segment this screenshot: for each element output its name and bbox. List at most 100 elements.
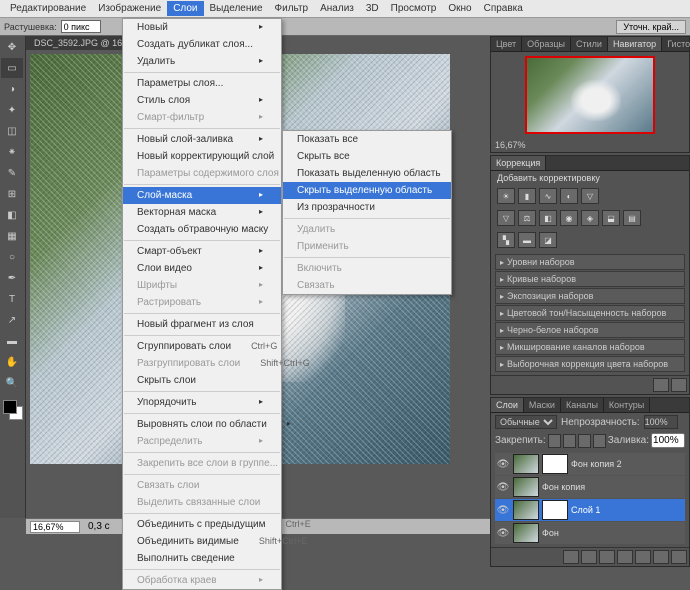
menu-item[interactable]: Новый фрагмент из слоя — [123, 316, 281, 333]
lock-all-icon[interactable] — [593, 434, 606, 448]
preset-item[interactable]: Черно-белое наборов — [495, 322, 685, 338]
layer-mask-icon[interactable] — [599, 550, 615, 564]
menu-просмотр[interactable]: Просмотр — [385, 1, 443, 16]
menu-справка[interactable]: Справка — [478, 1, 529, 16]
new-layer-icon[interactable] — [653, 550, 669, 564]
lock-pixels-icon[interactable] — [563, 434, 576, 448]
shape-tool[interactable]: ▬ — [1, 331, 23, 351]
path-tool[interactable]: ↗ — [1, 310, 23, 330]
preset-item[interactable]: Цветовой тон/Насыщенность наборов — [495, 305, 685, 321]
levels-icon[interactable]: ▮ — [518, 188, 536, 204]
menu-item[interactable]: Слой-маска — [123, 187, 281, 204]
stamp-tool[interactable]: ⊞ — [1, 184, 23, 204]
preset-item[interactable]: Уровни наборов — [495, 254, 685, 270]
menu-item[interactable]: Параметры слоя... — [123, 75, 281, 92]
marquee-tool[interactable]: ▭ — [1, 58, 23, 78]
menu-item[interactable]: Слои видео — [123, 260, 281, 277]
adjustments-trash-icon[interactable] — [671, 378, 687, 392]
visibility-icon[interactable]: 👁 — [496, 528, 510, 539]
tab-1[interactable]: Образцы — [522, 37, 571, 51]
lock-transparency-icon[interactable] — [548, 434, 561, 448]
menu-item[interactable]: Скрыть выделенную область — [283, 182, 451, 199]
layer-row[interactable]: 👁 Фон копия 2 — [495, 453, 685, 475]
color-swatches[interactable] — [0, 397, 25, 421]
posterize-icon[interactable]: ▤ — [623, 210, 641, 226]
adjustments-prev-icon[interactable] — [653, 378, 669, 392]
pen-tool[interactable]: ✒ — [1, 268, 23, 288]
layer-name[interactable]: Фон копия — [542, 482, 684, 492]
visibility-icon[interactable]: 👁 — [496, 505, 510, 516]
mask-thumb[interactable] — [542, 454, 568, 474]
tab-2[interactable]: Стили — [571, 37, 608, 51]
layer-row[interactable]: 👁Слой 1 — [495, 499, 685, 521]
menu-окно[interactable]: Окно — [442, 1, 477, 16]
menu-item[interactable]: Показать выделенную область — [283, 165, 451, 182]
navigator-preview[interactable] — [525, 56, 655, 134]
menu-item[interactable]: Объединить с предыдущимCtrl+E — [123, 516, 281, 533]
menu-item[interactable]: Показать все — [283, 131, 451, 148]
feather-input[interactable] — [61, 20, 101, 33]
gradient-tool[interactable]: ▦ — [1, 226, 23, 246]
layer-style-icon[interactable] — [581, 550, 597, 564]
menu-анализ[interactable]: Анализ — [314, 1, 360, 16]
eraser-tool[interactable]: ◧ — [1, 205, 23, 225]
menu-item[interactable]: Объединить видимыеShift+Ctrl+E — [123, 533, 281, 550]
layer-thumb[interactable] — [513, 500, 539, 520]
channelmixer-icon[interactable]: ◈ — [581, 210, 599, 226]
layertab-1[interactable]: Маски — [524, 398, 561, 412]
layer-thumb[interactable] — [513, 523, 539, 543]
menu-item[interactable]: Новый корректирующий слой — [123, 148, 281, 165]
menu-item[interactable]: Векторная маска — [123, 204, 281, 221]
menu-3d[interactable]: 3D — [360, 1, 385, 16]
visibility-icon[interactable]: 👁 — [496, 482, 510, 493]
adjustment-layer-icon[interactable] — [617, 550, 633, 564]
crop-tool[interactable]: ◫ — [1, 121, 23, 141]
layertab-2[interactable]: Каналы — [561, 398, 604, 412]
menu-item[interactable]: Упорядочить — [123, 394, 281, 411]
opacity-input[interactable] — [644, 415, 678, 429]
blur-tool[interactable]: ○ — [1, 247, 23, 267]
menu-item[interactable]: Выровнять слои по области — [123, 416, 281, 433]
invert-icon[interactable]: ⬓ — [602, 210, 620, 226]
menu-item[interactable]: Скрыть слои — [123, 372, 281, 389]
bw-icon[interactable]: ◧ — [539, 210, 557, 226]
colorbalance-icon[interactable]: ⚖ — [518, 210, 536, 226]
layer-row[interactable]: 👁 Фон копия — [495, 476, 685, 498]
menu-item[interactable]: Создать обтравочную маскуAlt+Ctrl+G — [123, 221, 281, 238]
layer-name[interactable]: Фон — [542, 528, 684, 538]
menu-item[interactable]: Создать дубликат слоя... — [123, 36, 281, 53]
menu-редактирование[interactable]: Редактирование — [4, 1, 92, 16]
preset-item[interactable]: Кривые наборов — [495, 271, 685, 287]
visibility-icon[interactable]: 👁 — [496, 459, 510, 470]
layer-thumb[interactable] — [513, 454, 539, 474]
threshold-icon[interactable]: ▚ — [497, 232, 515, 248]
layer-thumb[interactable] — [513, 477, 539, 497]
menu-item[interactable]: Новый слой-заливка — [123, 131, 281, 148]
eyedropper-tool[interactable]: ⁕ — [1, 142, 23, 162]
brightness-icon[interactable]: ☀ — [497, 188, 515, 204]
link-layers-icon[interactable] — [563, 550, 579, 564]
lock-position-icon[interactable] — [578, 434, 591, 448]
menu-слои[interactable]: Слои — [167, 1, 203, 16]
menu-item[interactable]: Скрыть все — [283, 148, 451, 165]
wand-tool[interactable]: ✦ — [1, 100, 23, 120]
curves-icon[interactable]: ∿ — [539, 188, 557, 204]
menu-item[interactable]: Новый — [123, 19, 281, 36]
menu-изображение[interactable]: Изображение — [92, 1, 167, 16]
type-tool[interactable]: T — [1, 289, 23, 309]
menu-item[interactable]: Из прозрачности — [283, 199, 451, 216]
zoom-tool[interactable]: 🔍 — [1, 373, 23, 393]
photofilter-icon[interactable]: ◉ — [560, 210, 578, 226]
blend-mode-select[interactable]: Обычные — [495, 415, 557, 429]
preset-item[interactable]: Выборочная коррекция цвета наборов — [495, 356, 685, 372]
refine-edge-button[interactable]: Уточн. край... — [616, 20, 686, 34]
move-tool[interactable]: ✥ — [1, 37, 23, 57]
brush-tool[interactable]: ✎ — [1, 163, 23, 183]
tab-adjustments[interactable]: Коррекция — [491, 156, 546, 170]
layer-name[interactable]: Фон копия 2 — [571, 459, 684, 469]
preset-item[interactable]: Экспозиция наборов — [495, 288, 685, 304]
fill-input[interactable] — [651, 433, 685, 448]
tab-3[interactable]: Навигатор — [608, 37, 662, 51]
menu-выделение[interactable]: Выделение — [204, 1, 269, 16]
menu-item[interactable]: Сгруппировать слоиCtrl+G — [123, 338, 281, 355]
